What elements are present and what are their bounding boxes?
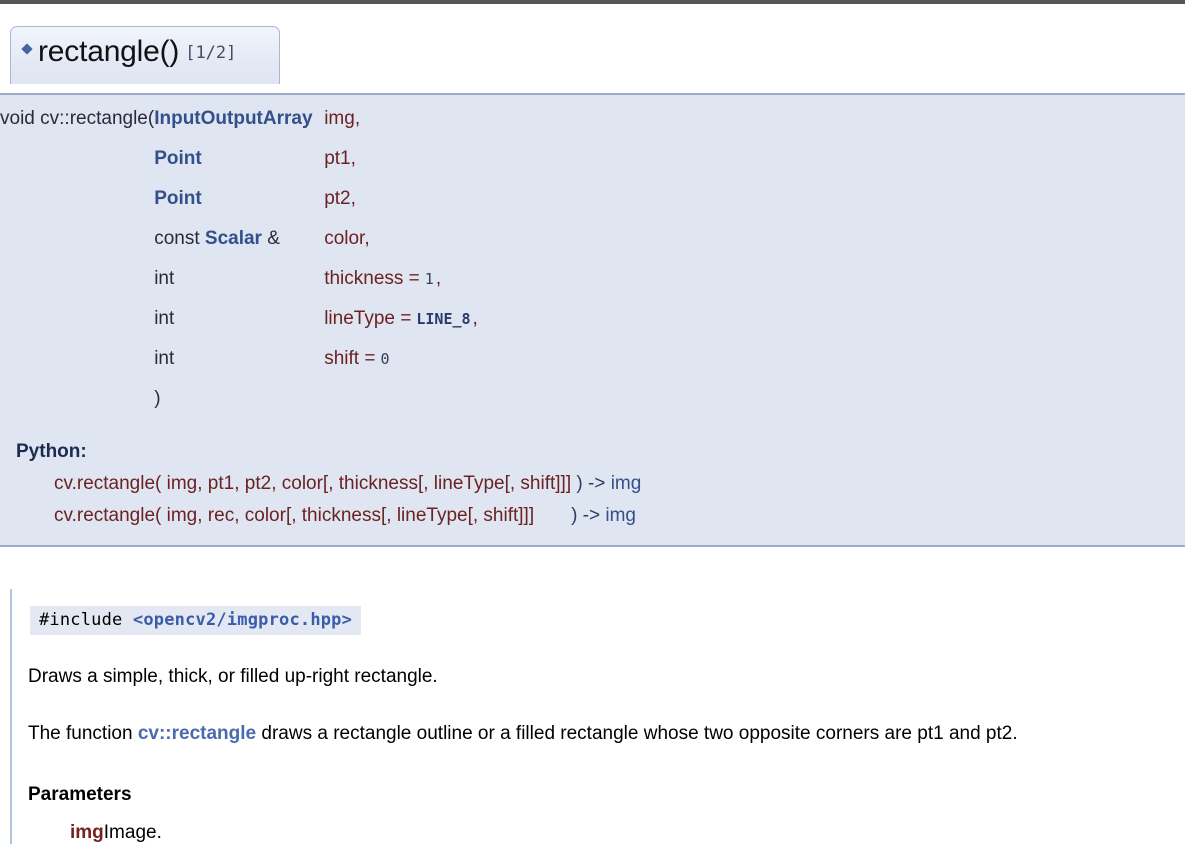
parameter-desc-img: Image. bbox=[103, 821, 162, 843]
table-row: img Image. bbox=[70, 822, 162, 844]
page-top-rule bbox=[0, 0, 1185, 4]
param-name-6: shift = 0 bbox=[324, 348, 390, 369]
param-name-3: color, bbox=[324, 228, 370, 249]
diamond-bullet-icon bbox=[21, 43, 33, 55]
param-type-link-3[interactable]: Scalar bbox=[205, 228, 262, 249]
param-type-3: const Scalar & bbox=[154, 228, 280, 249]
parameters-table: img Image. bbox=[70, 822, 162, 844]
spacer bbox=[324, 389, 478, 429]
member-title-tab: rectangle() [1/2] bbox=[10, 26, 280, 84]
param-default-4: 1 bbox=[424, 270, 434, 288]
signature-row: Point pt2, bbox=[0, 189, 478, 229]
param-type-2: Point bbox=[154, 189, 324, 229]
close-paren: ) bbox=[154, 388, 161, 409]
signature-row: const Scalar & color, bbox=[0, 229, 478, 269]
param-type-6: int bbox=[154, 348, 175, 369]
parameters-heading: Parameters bbox=[28, 783, 132, 805]
overload-index: [1/2] bbox=[185, 43, 237, 63]
param-type-link-1[interactable]: Point bbox=[154, 148, 202, 169]
param-type-link-0[interactable]: InputOutputArray bbox=[154, 108, 312, 129]
param-name-0: img, bbox=[324, 108, 361, 129]
spacer bbox=[0, 389, 148, 429]
python-signature-1: cv.rectangle( img, rec, color[, thicknes… bbox=[54, 505, 636, 526]
signature-table: void cv::rectangle ( InputOutputArray im… bbox=[0, 109, 478, 429]
param-default-5[interactable]: LINE_8 bbox=[416, 310, 470, 328]
spacer bbox=[0, 309, 148, 349]
python-section-label: Python: bbox=[16, 441, 87, 462]
signature-row: int thickness = 1, bbox=[0, 269, 478, 309]
python-signature-0: cv.rectangle( img, pt1, pt2, color[, thi… bbox=[54, 473, 642, 494]
param-name-2: pt2, bbox=[324, 188, 356, 209]
spacer bbox=[0, 229, 148, 269]
detailed-description: The function cv::rectangle draws a recta… bbox=[28, 722, 1018, 744]
return-type: void bbox=[0, 108, 35, 129]
member-prototype: void cv::rectangle ( InputOutputArray im… bbox=[0, 93, 1185, 547]
param-default-6: 0 bbox=[380, 350, 390, 368]
param-type-link-2[interactable]: Point bbox=[154, 188, 202, 209]
include-fragment: #include <opencv2/imgproc.hpp> bbox=[30, 606, 362, 635]
function-qualified-name: cv::rectangle bbox=[40, 108, 148, 129]
return-and-name: void cv::rectangle bbox=[0, 109, 148, 149]
cv-rectangle-link[interactable]: cv::rectangle bbox=[138, 723, 256, 744]
include-path-link[interactable]: <opencv2/imgproc.hpp> bbox=[133, 610, 352, 630]
parameter-name-img: img bbox=[70, 821, 104, 843]
signature-row: int lineType = LINE_8, bbox=[0, 309, 478, 349]
param-name-5: lineType = LINE_8, bbox=[324, 308, 478, 329]
param-type-4: int bbox=[154, 268, 175, 289]
member-name: rectangle() bbox=[38, 35, 180, 68]
spacer bbox=[0, 189, 148, 229]
param-name-1: pt1, bbox=[324, 148, 356, 169]
spacer bbox=[0, 149, 148, 189]
param-type-5: int bbox=[154, 308, 175, 329]
signature-row: ) bbox=[0, 389, 478, 429]
spacer bbox=[0, 269, 148, 309]
signature-row: void cv::rectangle ( InputOutputArray im… bbox=[0, 109, 478, 149]
param-type-1: Point bbox=[154, 149, 324, 189]
param-type-0: InputOutputArray bbox=[154, 109, 324, 149]
member-documentation: #include <opencv2/imgproc.hpp> Draws a s… bbox=[10, 589, 1185, 844]
param-name-4: thickness = 1, bbox=[324, 268, 442, 289]
include-directive: #include bbox=[39, 610, 133, 630]
signature-row: Point pt1, bbox=[0, 149, 478, 189]
signature-row: int shift = 0 bbox=[0, 349, 478, 389]
brief-description: Draws a simple, thick, or filled up-righ… bbox=[28, 666, 438, 687]
spacer bbox=[0, 349, 148, 389]
